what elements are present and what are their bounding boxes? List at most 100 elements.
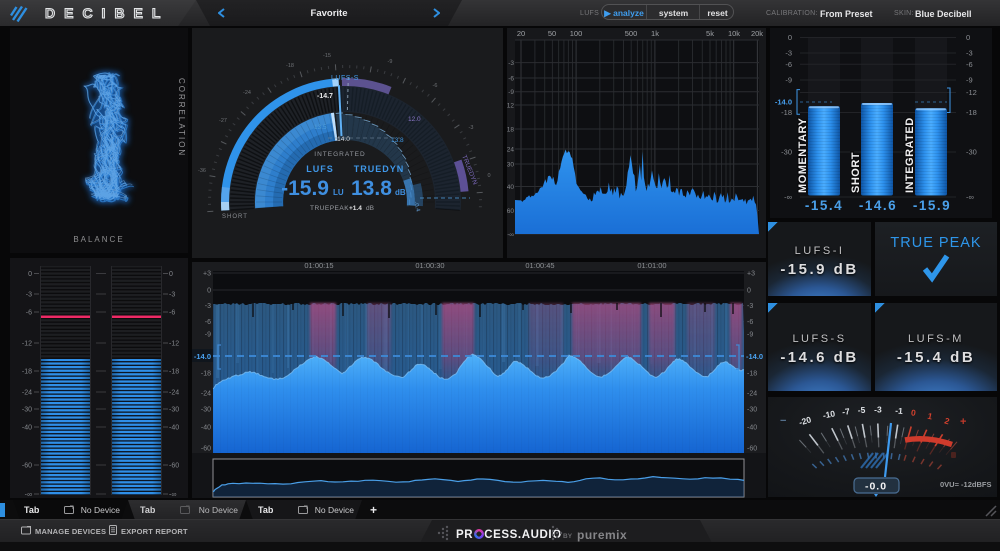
svg-text:INTEGRATED: INTEGRATED <box>904 117 916 193</box>
svg-text:-18: -18 <box>747 371 757 378</box>
svg-text:+3: +3 <box>747 271 755 278</box>
svg-text:0: 0 <box>788 33 792 42</box>
svg-text:-15.4: -15.4 <box>805 198 843 213</box>
svg-text:-6: -6 <box>26 310 32 317</box>
svg-text:SHORT: SHORT <box>850 152 862 193</box>
svg-text:+1.4: +1.4 <box>349 205 362 212</box>
svg-text:dB: dB <box>366 205 374 212</box>
svg-text:01:00:30: 01:00:30 <box>415 262 444 270</box>
svg-text:-30: -30 <box>966 148 977 157</box>
svg-text:-9: -9 <box>205 332 211 339</box>
svg-text:0: 0 <box>966 33 970 42</box>
svg-text:−: − <box>780 415 786 427</box>
svg-text:SHORT: SHORT <box>222 214 248 220</box>
svg-text:-1: -1 <box>895 405 904 416</box>
svg-text:-60: -60 <box>169 463 179 470</box>
svg-text:-30: -30 <box>507 162 514 169</box>
svg-text:-60: -60 <box>22 463 32 470</box>
svg-text:LUFS: LUFS <box>306 164 334 174</box>
svg-text:50: 50 <box>548 29 556 38</box>
svg-text:0VU= -12dBFS: 0VU= -12dBFS <box>940 480 991 489</box>
svg-text:-15.9: -15.9 <box>281 177 329 200</box>
svg-text:-18: -18 <box>966 108 977 117</box>
svg-text:-27: -27 <box>219 118 227 124</box>
svg-text:20: 20 <box>517 29 525 38</box>
svg-text:-14.0: -14.0 <box>746 352 763 361</box>
svg-text:-24: -24 <box>507 147 514 154</box>
svg-text:-30: -30 <box>201 407 211 414</box>
svg-text:-∞: -∞ <box>507 232 514 239</box>
svg-text:01:01:00: 01:01:00 <box>637 262 666 270</box>
svg-text:-3: -3 <box>874 405 882 415</box>
svg-text:-9: -9 <box>785 76 792 85</box>
svg-text:-24: -24 <box>201 391 211 398</box>
svg-text:-12: -12 <box>507 103 514 110</box>
svg-text:01:00:15: 01:00:15 <box>304 262 333 270</box>
svg-text:-18: -18 <box>286 63 294 69</box>
svg-text:1k: 1k <box>651 29 659 38</box>
svg-text:-40: -40 <box>507 184 514 191</box>
svg-text:-∞: -∞ <box>25 492 32 499</box>
svg-text:-6: -6 <box>508 76 514 83</box>
svg-text:-18: -18 <box>169 369 179 376</box>
svg-text:2: 2 <box>943 415 951 426</box>
svg-text:-24: -24 <box>747 391 757 398</box>
svg-text:1: 1 <box>927 411 934 422</box>
svg-text:-15.9: -15.9 <box>913 198 951 213</box>
svg-text:-30: -30 <box>747 407 757 414</box>
svg-text:LU: LU <box>333 188 344 197</box>
svg-text:0: 0 <box>28 271 32 278</box>
svg-text:+3: +3 <box>203 271 211 278</box>
svg-text:-5: -5 <box>858 405 866 415</box>
svg-text:-18: -18 <box>22 369 32 376</box>
svg-text:0: 0 <box>910 407 917 418</box>
svg-text:-14.0: -14.0 <box>335 136 350 143</box>
svg-text:-9: -9 <box>966 76 973 85</box>
svg-text:-30: -30 <box>22 407 32 414</box>
svg-text:-7: -7 <box>842 406 851 417</box>
svg-text:-15: -15 <box>323 53 331 59</box>
svg-text:-14.6: -14.6 <box>859 198 897 213</box>
svg-text:-3: -3 <box>508 60 514 67</box>
svg-text:-3: -3 <box>26 292 32 299</box>
svg-text:-9: -9 <box>747 332 753 339</box>
svg-text:-24: -24 <box>243 90 251 96</box>
svg-text:0: 0 <box>487 173 490 179</box>
svg-text:-6: -6 <box>433 83 438 89</box>
svg-text:20k: 20k <box>751 29 763 38</box>
svg-text:-∞: -∞ <box>169 492 176 499</box>
svg-text:-12: -12 <box>22 341 32 348</box>
svg-text:-60: -60 <box>507 208 514 215</box>
svg-text:LUFS-S: LUFS-S <box>331 75 359 82</box>
svg-text:MOMENTARY: MOMENTARY <box>797 117 809 193</box>
svg-text:-30: -30 <box>781 148 792 157</box>
svg-text:12.0: 12.0 <box>408 116 421 123</box>
svg-text:100: 100 <box>570 29 583 38</box>
svg-text:-12: -12 <box>169 341 179 348</box>
svg-text:INTEGRATED: INTEGRATED <box>314 151 365 158</box>
svg-text:-18: -18 <box>507 127 514 134</box>
svg-text:-0.0: -0.0 <box>865 481 887 493</box>
svg-text:-3: -3 <box>747 303 753 310</box>
svg-text:13.8: 13.8 <box>351 177 392 200</box>
svg-text:-6: -6 <box>966 60 973 69</box>
svg-text:-9: -9 <box>388 59 393 65</box>
svg-text:-6: -6 <box>169 310 175 317</box>
svg-text:+: + <box>960 416 966 428</box>
svg-text:0: 0 <box>169 271 173 278</box>
svg-text:TRUEDYN: TRUEDYN <box>354 164 405 174</box>
svg-text:-60: -60 <box>201 446 211 453</box>
svg-text:-14.7: -14.7 <box>317 93 333 100</box>
svg-text:-∞: -∞ <box>966 193 974 202</box>
svg-text:-20: -20 <box>798 414 813 427</box>
svg-text:-3: -3 <box>966 49 973 58</box>
svg-text:-40: -40 <box>747 425 757 432</box>
svg-text:-6: -6 <box>747 319 753 326</box>
svg-text:-14.0: -14.0 <box>194 352 211 361</box>
svg-text:-9: -9 <box>508 89 514 96</box>
svg-text:-6: -6 <box>205 319 211 326</box>
svg-text:-12: -12 <box>966 88 977 97</box>
svg-text:-40: -40 <box>22 425 32 432</box>
svg-text:5k: 5k <box>706 29 714 38</box>
svg-text:-3: -3 <box>785 49 792 58</box>
